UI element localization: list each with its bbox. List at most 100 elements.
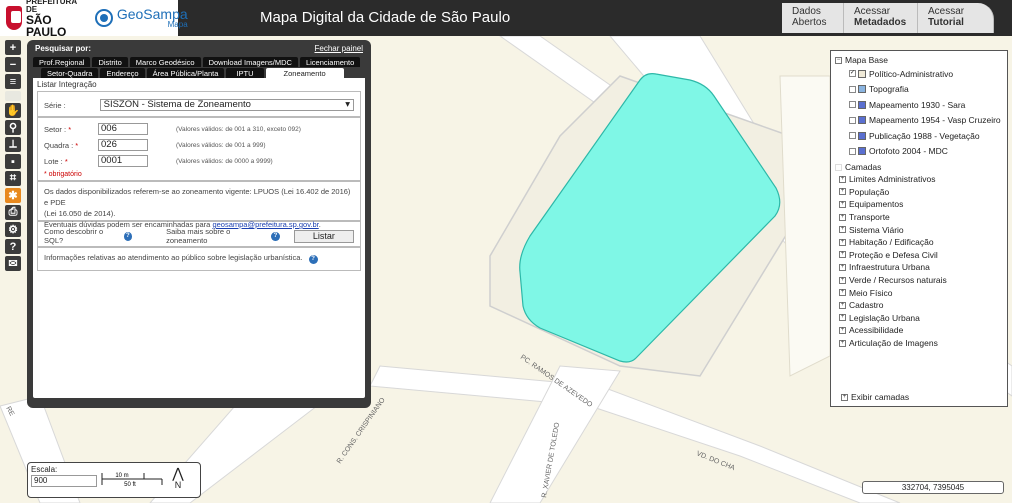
field-quadra: Quadra : * 026 (Valores válidos: de 001 … <box>44 137 354 153</box>
expand-icon[interactable]: + <box>841 393 848 401</box>
expand-icon[interactable]: + <box>839 263 846 271</box>
sql-help-icon[interactable]: ? <box>123 231 133 241</box>
expand-icon[interactable]: + <box>839 238 846 246</box>
close-panel-link[interactable]: Fechar painel <box>315 44 363 53</box>
checkbox-icon[interactable]: ✓ <box>849 70 856 78</box>
mail-icon[interactable]: ✉ <box>5 256 21 271</box>
atendimento-help-icon[interactable]: ? <box>308 255 318 264</box>
tab-licenciamento[interactable]: Licenciamento <box>299 57 361 67</box>
expand-icon[interactable]: + <box>839 301 846 309</box>
exibir-camadas[interactable]: + Exibir camadas <box>841 392 909 402</box>
tab-zoneamento[interactable]: Zoneamento <box>265 68 344 78</box>
camada-item[interactable]: + Transporte <box>835 211 1003 224</box>
setor-input[interactable]: 006 <box>98 123 148 135</box>
logo-block[interactable]: PREFEITURA DE SÃO PAULO GeoSampa Mapa <box>0 0 188 38</box>
measure-icon[interactable]: ⟂ <box>5 137 21 152</box>
camada-item[interactable]: + Equipamentos <box>835 198 1003 211</box>
camada-item[interactable]: + Meio Físico <box>835 286 1003 299</box>
quadra-input[interactable]: 026 <box>98 139 148 151</box>
tab-marco-geodesico[interactable]: Marco Geodésico <box>129 57 201 67</box>
camada-item[interactable]: + População <box>835 186 1003 199</box>
expand-icon[interactable]: + <box>839 326 846 334</box>
expand-icon[interactable]: + <box>839 289 846 297</box>
tab-iptu[interactable]: IPTU <box>226 68 264 78</box>
expand-icon[interactable]: + <box>839 314 846 322</box>
scale-bottom-label: 50 ft <box>124 482 136 488</box>
zoneamento-help-label: Saiba mais sobre o zoneamento <box>166 227 231 245</box>
checkbox-icon[interactable] <box>849 132 856 140</box>
tab-endereco[interactable]: Endereço <box>100 68 145 78</box>
checkbox-icon[interactable] <box>849 101 856 109</box>
mapa-base-header[interactable]: − Mapa Base <box>835 54 1003 66</box>
mapa-base-title: Mapa Base <box>845 55 888 65</box>
camada-item[interactable]: + Sistema Viário <box>835 223 1003 236</box>
zoom-in-button[interactable]: + <box>5 40 21 55</box>
camada-item[interactable]: + Proteção e Defesa Civil <box>835 249 1003 262</box>
expand-icon[interactable]: + <box>839 175 846 183</box>
zoom-out-button[interactable]: − <box>5 57 21 72</box>
camada-label: Verde / Recursos naturais <box>849 275 947 286</box>
checkbox-icon[interactable] <box>849 147 856 155</box>
tab-metadados[interactable]: Acessar Metadados <box>844 3 918 33</box>
camada-item[interactable]: + Articulação de Imagens <box>835 337 1003 350</box>
camada-item[interactable]: + Verde / Recursos naturais <box>835 274 1003 287</box>
base-layer-item[interactable]: Mapeamento 1954 - Vasp Cruzeiro <box>835 113 1003 129</box>
serie-select[interactable]: SISZON - Sistema de Zoneamento ▾ <box>99 99 354 111</box>
base-layer-item[interactable]: Publicação 1988 - Vegetação <box>835 128 1003 144</box>
base-layer-item[interactable]: Ortofoto 2004 - MDC <box>835 144 1003 160</box>
setor-hint: (Valores válidos: de 001 a 310, exceto 0… <box>176 125 301 133</box>
settings-active-icon[interactable]: ✱ <box>5 188 21 203</box>
gear-icon[interactable]: ⚙ <box>5 222 21 237</box>
prefeitura-logo: PREFEITURA DE SÃO PAULO <box>6 0 81 38</box>
tab-dados-abertos[interactable]: Dados Abertos <box>782 3 844 33</box>
layers-panel: − Mapa Base ✓ Político-Administrativo Topo… <box>830 50 1008 407</box>
tab-download-imagens[interactable]: Download Imagens/MDC <box>202 57 298 67</box>
sql-help-label: Como descobrir o SQL? <box>44 227 104 245</box>
camada-item[interactable]: + Habitação / Edificação <box>835 236 1003 249</box>
camada-label: Cadastro <box>849 300 884 311</box>
expand-icon[interactable]: + <box>839 226 846 234</box>
expand-icon[interactable]: + <box>839 213 846 221</box>
listar-button[interactable]: Listar <box>293 229 355 243</box>
hand-icon[interactable]: ✋ <box>5 103 21 118</box>
setor-required: * <box>68 124 72 134</box>
tab-distrito[interactable]: Distrito <box>92 57 128 67</box>
scale-input[interactable]: 900 <box>31 475 97 487</box>
checkbox-icon[interactable] <box>849 116 856 124</box>
camada-item[interactable]: + Limites Administrativos <box>835 173 1003 186</box>
checkbox-icon[interactable] <box>849 85 856 93</box>
base-layer-item[interactable]: Mapeamento 1930 - Sara <box>835 97 1003 113</box>
setor-label: Setor : <box>44 124 69 134</box>
lote-required: * <box>64 156 68 166</box>
expand-icon[interactable]: + <box>839 188 846 196</box>
tab-area-publica[interactable]: Área Pública/Planta <box>146 68 225 78</box>
camada-label: Legislação Urbana <box>849 312 920 323</box>
zoneamento-help-icon[interactable]: ? <box>271 231 280 241</box>
lote-input[interactable]: 0001 <box>98 155 148 167</box>
print-icon[interactable]: ⎙ <box>5 205 21 220</box>
expand-icon[interactable]: + <box>839 276 846 284</box>
camada-item[interactable]: + Legislação Urbana <box>835 312 1003 325</box>
search-icon[interactable]: ⚲ <box>5 120 21 135</box>
expand-icon[interactable]: + <box>839 200 846 208</box>
base-layer-item[interactable]: Topografia <box>835 82 1003 98</box>
fields-box: Setor : * 006 (Valores válidos: de 001 a… <box>37 117 361 181</box>
base-layer-item[interactable]: ✓ Político-Administrativo <box>835 66 1003 82</box>
route-icon[interactable]: ⌗ <box>5 171 21 186</box>
camada-item[interactable]: + Cadastro <box>835 299 1003 312</box>
tab-setor-quadra[interactable]: Setor-Quadra <box>41 68 99 78</box>
serie-box: Série : SISZON - Sistema de Zoneamento ▾ <box>37 91 361 117</box>
collapse-icon[interactable]: − <box>835 56 842 64</box>
camada-item[interactable]: + Acessibilidade <box>835 324 1003 337</box>
save-icon[interactable]: ▪ <box>5 154 21 169</box>
expand-icon[interactable]: + <box>839 339 846 347</box>
base-layer-label: Ortofoto 2004 - MDC <box>869 146 948 157</box>
camada-item[interactable]: + Infraestrutura Urbana <box>835 261 1003 274</box>
layers-icon[interactable]: ≡ <box>5 74 21 89</box>
help-icon[interactable]: ? <box>5 239 21 254</box>
expand-icon[interactable]: + <box>839 251 846 259</box>
tab-prof-regional[interactable]: Prof.Regional <box>33 57 91 67</box>
tabs-row-2: Setor-Quadra Endereço Área Pública/Plant… <box>33 67 365 78</box>
lote-label: Lote : <box>44 156 65 166</box>
tab-tutorial[interactable]: Acessar Tutorial <box>918 3 994 33</box>
